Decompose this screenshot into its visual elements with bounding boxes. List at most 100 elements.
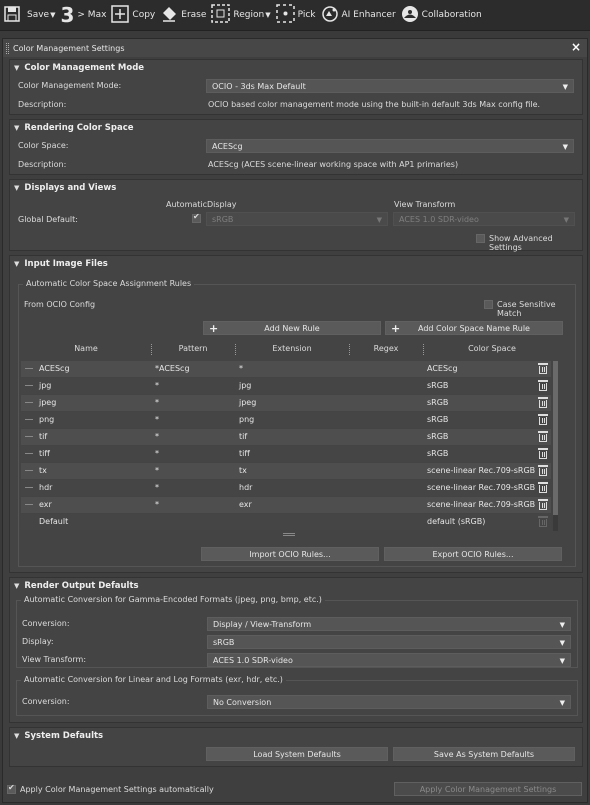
section-title: Displays and Views (24, 183, 117, 193)
table-row[interactable]: Default default (sRGB) (21, 514, 551, 530)
section-header[interactable]: ▼ Color Management Mode (10, 60, 582, 76)
section-header[interactable]: ▼ System Defaults (10, 728, 582, 744)
output-view-transform-dropdown[interactable]: ACES 1.0 SDR-video ▼ (207, 653, 571, 667)
cell-color-space: ACEScg (427, 364, 458, 373)
trash-icon[interactable] (538, 465, 548, 476)
save-menu[interactable]: Save ▼ (4, 5, 55, 26)
linear-group-title: Automatic Conversion for Linear and Log … (21, 675, 286, 684)
section-header[interactable]: ▼ Render Output Defaults (10, 578, 582, 594)
section-title: Input Image Files (24, 259, 108, 269)
linear-conversion-value: No Conversion (213, 697, 272, 707)
column-header-extension[interactable]: Extension (235, 344, 349, 353)
section-title: Render Output Defaults (24, 581, 139, 591)
drag-handle-icon[interactable] (25, 470, 33, 471)
display-value: sRGB (213, 637, 235, 647)
region-icon (211, 4, 231, 26)
table-row[interactable]: exr * exr scene-linear Rec.709-sRGB (21, 497, 551, 513)
erase-button[interactable]: Erase (160, 5, 206, 26)
load-system-defaults-button[interactable]: Load System Defaults (206, 747, 388, 761)
drag-handle-icon[interactable] (25, 504, 33, 505)
display-dropdown[interactable]: sRGB ▼ (206, 212, 388, 226)
drag-handle-icon[interactable] (25, 368, 33, 369)
top-toolbar: Save ▼ 3 > Max Copy Erase Region ▼ Pick AI… (0, 0, 590, 31)
import-ocio-rules-button[interactable]: Import OCIO Rules... (201, 547, 379, 561)
trash-icon[interactable] (538, 431, 548, 442)
add-new-rule-label: Add New Rule (264, 323, 320, 333)
cell-name: jpeg (39, 398, 57, 407)
ai-enhancer-button[interactable]: AI Enhancer (321, 5, 396, 26)
drag-handle-icon[interactable] (25, 402, 33, 403)
cell-color-space: scene-linear Rec.709-sRGB (427, 500, 536, 509)
table-row[interactable]: jpeg * jpeg sRGB (21, 395, 551, 411)
gamma-conversion-dropdown[interactable]: Display / View-Transform ▼ (207, 617, 571, 631)
column-header-pattern[interactable]: Pattern (151, 344, 235, 353)
add-new-rule-button[interactable]: + Add New Rule (203, 321, 381, 335)
case-sensitive-checkbox[interactable] (484, 300, 493, 309)
section-header[interactable]: ▼ Displays and Views (10, 180, 582, 196)
apply-automatically-checkbox[interactable] (7, 783, 16, 794)
column-header-name[interactable]: Name (21, 344, 151, 353)
color-space-dropdown[interactable]: ACEScg ▼ (206, 139, 574, 153)
trash-icon[interactable] (538, 448, 548, 459)
region-menu[interactable]: Region ▼ (211, 4, 271, 26)
table-row[interactable]: tif * tif sRGB (21, 429, 551, 445)
column-header-color-space[interactable]: Color Space (423, 344, 561, 353)
display-label: Display: (22, 637, 54, 646)
cell-name: jpg (39, 381, 52, 390)
drag-grip-icon[interactable] (6, 43, 9, 54)
collaboration-button[interactable]: Collaboration (401, 5, 482, 26)
linear-conversion-dropdown[interactable]: No Conversion ▼ (207, 695, 571, 709)
drag-handle-icon[interactable] (25, 385, 33, 386)
trash-icon[interactable] (538, 380, 548, 391)
trash-icon (538, 516, 548, 527)
export-ocio-rules-button[interactable]: Export OCIO Rules... (384, 547, 562, 561)
rules-scrollbar[interactable] (553, 361, 558, 531)
copy-button[interactable]: Copy (111, 4, 155, 26)
cell-pattern: * (155, 466, 159, 475)
drag-handle-icon[interactable] (25, 453, 33, 454)
apply-automatically-label: Apply Color Management Settings automati… (20, 785, 214, 794)
table-row[interactable]: ACEScg *ACEScg * ACEScg (21, 361, 551, 377)
drag-handle-icon[interactable] (25, 419, 33, 420)
load-label: Load System Defaults (253, 749, 341, 759)
cell-extension: png (239, 415, 255, 424)
cell-extension: exr (239, 500, 252, 509)
trash-icon[interactable] (538, 363, 548, 374)
linear-log-group: Automatic Conversion for Linear and Log … (16, 675, 578, 716)
add-color-space-name-rule-button[interactable]: + Add Color Space Name Rule (385, 321, 563, 335)
cell-pattern: * (155, 500, 159, 509)
save-as-system-defaults-button[interactable]: Save As System Defaults (393, 747, 575, 761)
show-advanced-checkbox[interactable] (476, 234, 485, 243)
table-row[interactable]: hdr * hdr scene-linear Rec.709-sRGB (21, 480, 551, 496)
table-row[interactable]: png * png sRGB (21, 412, 551, 428)
dialog-title-bar[interactable]: Color Management Settings × (3, 39, 587, 57)
table-row[interactable]: tx * tx scene-linear Rec.709-sRGB (21, 463, 551, 479)
automatic-checkbox[interactable] (192, 212, 201, 223)
cell-color-space: sRGB (427, 381, 449, 390)
mode-dropdown[interactable]: OCIO - 3ds Max Default ▼ (206, 79, 574, 93)
gamma-encoded-group: Automatic Conversion for Gamma-Encoded F… (16, 595, 578, 668)
table-row[interactable]: jpg * jpg sRGB (21, 378, 551, 394)
drag-handle-icon[interactable] (25, 436, 33, 437)
output-display-dropdown[interactable]: sRGB ▼ (207, 635, 571, 649)
section-header[interactable]: ▼ Rendering Color Space (10, 120, 582, 136)
trash-icon[interactable] (538, 414, 548, 425)
apply-settings-button[interactable]: Apply Color Management Settings (394, 782, 582, 796)
from-ocio-label: From OCIO Config (24, 300, 96, 309)
close-icon[interactable]: × (571, 40, 581, 54)
section-header[interactable]: ▼ Input Image Files (10, 256, 582, 272)
pick-button[interactable]: Pick (275, 4, 316, 26)
cell-color-space: sRGB (427, 415, 449, 424)
trash-icon[interactable] (538, 499, 548, 510)
drag-handle-icon[interactable] (25, 487, 33, 488)
trash-icon[interactable] (538, 397, 548, 408)
section-rendering-color-space: ▼ Rendering Color Space Color Space: ACES… (9, 119, 583, 175)
send-to-max-button[interactable]: 3 > Max (60, 5, 106, 25)
table-row[interactable]: tiff * tiff sRGB (21, 446, 551, 462)
column-header-regex[interactable]: Regex (349, 344, 423, 353)
save-icon (4, 5, 24, 26)
trash-icon[interactable] (538, 482, 548, 493)
rules-scrollbar-thumb[interactable] (553, 361, 558, 515)
resize-grip-icon[interactable] (283, 533, 295, 536)
view-transform-dropdown[interactable]: ACES 1.0 SDR-video ▼ (393, 212, 575, 226)
